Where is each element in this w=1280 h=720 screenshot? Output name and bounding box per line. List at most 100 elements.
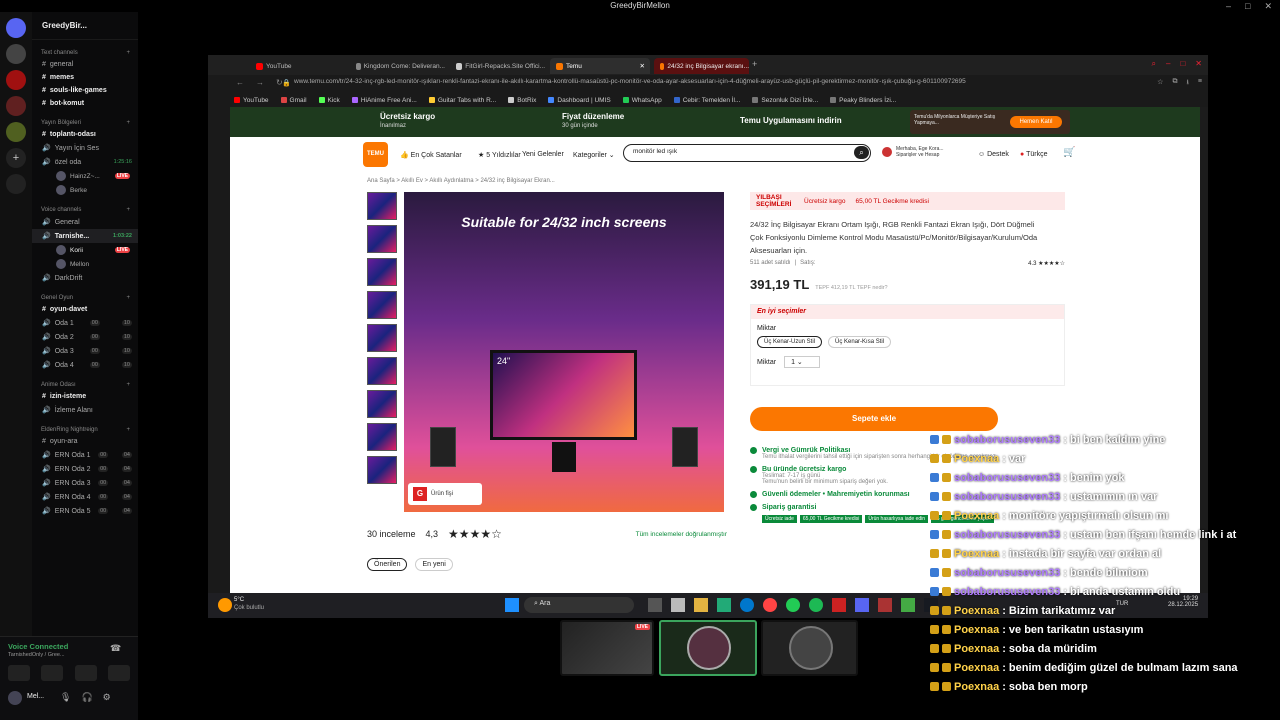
app-icon[interactable] xyxy=(671,598,685,612)
camera-preview[interactable] xyxy=(659,620,757,676)
account-menu[interactable]: Merhaba, Ege Kora... Siparişler ve Hesap xyxy=(896,146,958,158)
channel-item[interactable]: 🔊 Oda 3 00 10 xyxy=(32,344,138,358)
explore-icon[interactable] xyxy=(6,174,26,194)
server-icon[interactable] xyxy=(6,96,26,116)
language-selector[interactable]: ● Türkçe xyxy=(1020,151,1047,158)
whatsapp-icon[interactable] xyxy=(786,598,800,612)
tab-temu[interactable]: Temu ✕ xyxy=(550,58,650,74)
channel-item[interactable]: # bot-komut xyxy=(32,97,138,110)
promo-app[interactable]: Temu Uygulamasını indirin xyxy=(740,116,842,125)
seller-promo[interactable]: Temu'da Milyonlarca Müşteriye Satış Yapm… xyxy=(910,110,1070,134)
new-tab-button[interactable]: + xyxy=(752,59,757,69)
thumbnail[interactable] xyxy=(367,390,397,418)
disconnect-icon[interactable]: ☎ xyxy=(110,643,121,654)
minimize-icon[interactable]: – xyxy=(1166,59,1170,69)
rating[interactable]: 4.3 ★★★★☆ xyxy=(1028,260,1065,267)
thumbnail[interactable] xyxy=(367,291,397,319)
breadcrumb[interactable]: Ana Sayfa > Akıllı Ev > Akıllı Aydınlatm… xyxy=(367,178,555,184)
channel-item[interactable]: 🔊 özel oda 1:25:16 xyxy=(32,155,138,169)
add-channel-icon[interactable]: + xyxy=(126,295,130,301)
product-sheet-badge[interactable]: G Ürün fişi xyxy=(408,483,482,505)
windows-start-icon[interactable] xyxy=(505,598,519,612)
add-channel-icon[interactable]: + xyxy=(126,382,130,388)
avatar[interactable] xyxy=(8,691,22,705)
channel-item[interactable]: # general xyxy=(32,58,138,71)
window-controls[interactable]: – □ ✕ xyxy=(1226,0,1272,12)
bookmark-item[interactable]: Kick xyxy=(318,97,340,104)
channel-item[interactable]: # oyun-ara xyxy=(32,435,138,448)
channel-item[interactable]: 🔊 Yayın İçin Ses xyxy=(32,141,138,155)
voice-user[interactable]: HainzZ~... LIVE xyxy=(32,169,138,183)
thumbnail[interactable] xyxy=(367,225,397,253)
tab-kingdom-come[interactable]: Kingdom Come: Deliveran... xyxy=(350,58,445,74)
close-icon[interactable]: ✕ xyxy=(1195,59,1202,69)
bookmark-item[interactable]: Dashboard | UMIS xyxy=(548,97,611,104)
category-header[interactable]: Yayın Bölgeleri + xyxy=(32,110,138,128)
temu-logo[interactable]: TEMU xyxy=(363,142,388,167)
server-header[interactable]: GreedyBir... xyxy=(32,12,138,40)
thumbnail[interactable] xyxy=(367,324,397,352)
app-icon[interactable] xyxy=(901,598,915,612)
channel-item[interactable]: 🔊 ERN Oda 3 00 04 xyxy=(32,476,138,490)
seller-label[interactable]: Satış: xyxy=(800,260,815,267)
screen-share-button[interactable] xyxy=(41,665,64,681)
voice-user[interactable]: Korii LIVE xyxy=(32,243,138,257)
channel-item[interactable]: # oyun-davet xyxy=(32,303,138,316)
camera-preview[interactable] xyxy=(761,620,858,676)
cart-icon[interactable]: 🛒 xyxy=(1063,147,1075,158)
channel-item[interactable]: 🔊 İzleme Alanı xyxy=(32,403,138,417)
activities-button[interactable] xyxy=(74,665,97,681)
add-to-cart-button[interactable]: Sepete ekle xyxy=(750,407,998,431)
spotify-icon[interactable] xyxy=(809,598,823,612)
thumbnail[interactable] xyxy=(367,192,397,220)
channel-item[interactable]: 🔊 ERN Oda 5 00 04 xyxy=(32,504,138,518)
weather-icon[interactable] xyxy=(218,598,232,612)
forward-icon[interactable]: → xyxy=(256,78,264,87)
thumbnail[interactable] xyxy=(367,357,397,385)
variant-long[interactable]: Üç Kenar-Uzun Stil xyxy=(757,336,823,348)
taskbar-search[interactable]: ⌕ Ara xyxy=(524,597,634,613)
server-icon[interactable] xyxy=(6,70,26,90)
channel-item[interactable]: 🔊 Oda 2 00 10 xyxy=(32,330,138,344)
quantity-select[interactable]: 1 ⌄ xyxy=(784,356,821,368)
category-header[interactable]: Genel Oyun + xyxy=(32,285,138,303)
product-image[interactable]: Suitable for 24/32 inch screens 24" G Ürü… xyxy=(404,192,724,512)
add-channel-icon[interactable]: + xyxy=(126,207,130,213)
menu-icon[interactable]: ≡ xyxy=(1198,78,1202,89)
app-icon[interactable] xyxy=(878,598,892,612)
close-icon[interactable]: ✕ xyxy=(1264,0,1272,12)
server-icon[interactable] xyxy=(6,44,26,64)
nav-five-star[interactable]: ★ 5 Yıldızlılar xyxy=(478,151,521,159)
bookmark-item[interactable]: YouTube xyxy=(234,97,269,104)
bookmark-item[interactable]: Sezonluk Dizi İzle... xyxy=(752,97,818,104)
add-channel-icon[interactable]: + xyxy=(126,50,130,56)
tab-temu-product[interactable]: 24/32 inç Bilgisayar ekranı... xyxy=(654,58,749,74)
voice-user[interactable]: Mellon xyxy=(32,257,138,271)
server-icon[interactable] xyxy=(6,122,26,142)
back-icon[interactable]: ← xyxy=(236,78,244,87)
thumbnail[interactable] xyxy=(367,456,397,484)
add-server-icon[interactable]: + xyxy=(6,148,26,168)
join-now-button[interactable]: Hemen Katıl xyxy=(1010,116,1062,128)
nav-categories[interactable]: Kategoriler ⌄ xyxy=(573,151,615,159)
channel-item[interactable]: 🔊 General xyxy=(32,215,138,229)
channel-item[interactable]: 🔊 Oda 4 00 10 xyxy=(32,358,138,372)
category-header[interactable]: Voice channels + xyxy=(32,197,138,215)
lock-icon[interactable]: 🔒 xyxy=(282,79,291,87)
category-header[interactable]: Anime Odası + xyxy=(32,372,138,390)
channel-item[interactable]: # toplantı-odası xyxy=(32,128,138,141)
maximize-icon[interactable]: □ xyxy=(1245,0,1250,12)
nav-new-arrivals[interactable]: Yeni Gelenler xyxy=(522,151,564,158)
channel-item[interactable]: # izin-isteme xyxy=(32,390,138,403)
bookmark-item[interactable]: Cebir: Temelden İl... xyxy=(673,97,740,104)
discord-icon[interactable] xyxy=(855,598,869,612)
task-view-icon[interactable] xyxy=(648,598,662,612)
category-header[interactable]: Text channels + xyxy=(32,40,138,58)
search-button[interactable]: ⌕ xyxy=(854,146,869,159)
stream-preview[interactable]: LIVE xyxy=(560,620,654,676)
edge-icon[interactable] xyxy=(740,598,754,612)
channel-item[interactable]: 🔊 DarkDrift xyxy=(32,271,138,285)
search-box[interactable]: monitör led ışık ⌕ xyxy=(623,144,871,162)
best-choices-header[interactable]: En iyi seçimler xyxy=(751,305,1064,319)
minimize-icon[interactable]: – xyxy=(1226,0,1231,12)
